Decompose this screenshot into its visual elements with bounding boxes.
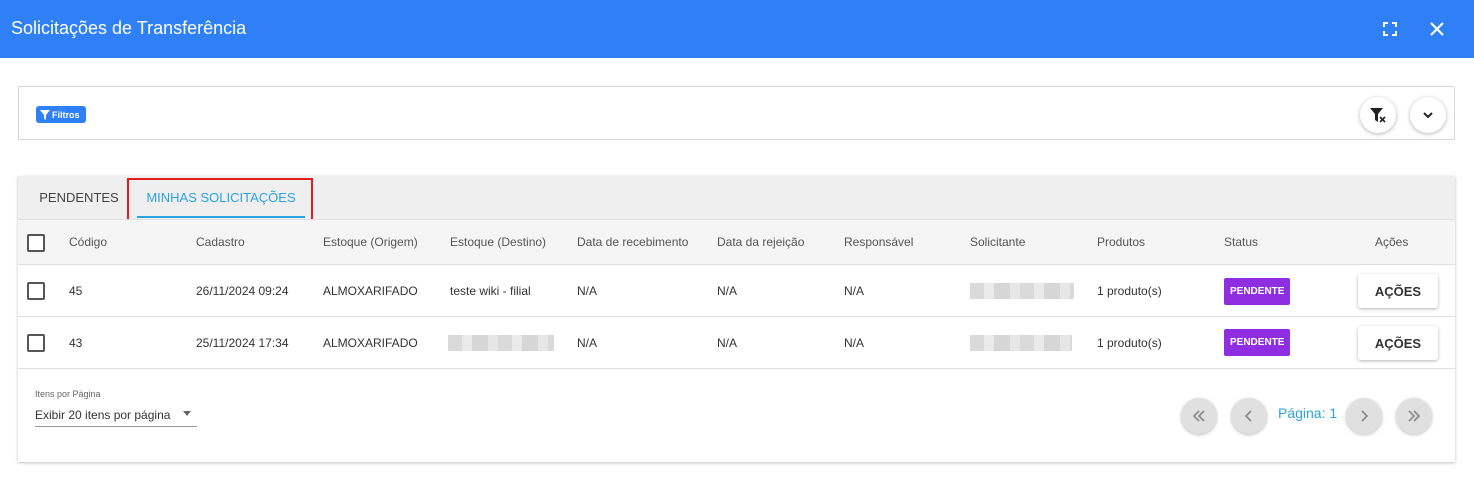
close-button[interactable] (1425, 17, 1449, 41)
items-per-page-select[interactable]: Exibir 20 itens por página (35, 404, 197, 427)
filters-chip[interactable]: Filtros (36, 106, 86, 123)
status-badge: PENDENTE (1224, 329, 1291, 356)
acoes-button[interactable]: AÇÕES (1358, 326, 1438, 360)
cell-cadastro: 25/11/2024 17:34 (196, 336, 289, 350)
cell-recebimento: N/A (577, 284, 598, 298)
cell-produtos: 1 produto(s) (1097, 284, 1162, 298)
table-row[interactable]: 43 25/11/2024 17:34 ALMOXARIFADO N/A N/A… (18, 318, 1455, 369)
items-per-page-label: Itens por Página (35, 389, 101, 399)
column-header[interactable]: Cadastro (196, 235, 245, 249)
filter-icon (40, 109, 50, 120)
row-checkbox[interactable] (27, 334, 45, 352)
fullscreen-button[interactable] (1378, 17, 1402, 41)
next-page-button[interactable] (1346, 398, 1382, 434)
column-header[interactable]: Responsável (844, 235, 913, 249)
highlight-annotation (127, 178, 313, 221)
column-header[interactable]: Produtos (1097, 235, 1145, 249)
cell-codigo: 43 (69, 336, 83, 350)
filter-clear-icon (1370, 108, 1386, 123)
last-page-button[interactable] (1396, 398, 1432, 434)
dropdown-arrow-icon (183, 411, 191, 416)
row-checkbox[interactable] (27, 282, 45, 300)
double-chevron-right-icon (1408, 410, 1421, 422)
table-row[interactable]: 45 26/11/2024 09:24 ALMOXARIFADO teste w… (18, 266, 1455, 317)
chevron-left-icon (1244, 410, 1252, 422)
items-per-page-value: Exibir 20 itens por página (35, 408, 171, 422)
redacted-destino (448, 335, 554, 351)
column-header[interactable]: Estoque (Destino) (450, 235, 546, 249)
cell-rejeicao: N/A (717, 284, 738, 298)
cell-cadastro: 26/11/2024 09:24 (196, 284, 289, 298)
cell-origem: ALMOXARIFADO (323, 336, 418, 350)
cell-origem: ALMOXARIFADO (323, 284, 418, 298)
filters-panel: Filtros (18, 86, 1455, 140)
fullscreen-icon (1383, 22, 1397, 36)
clear-filters-button[interactable] (1360, 97, 1396, 133)
column-header[interactable]: Status (1224, 235, 1258, 249)
column-header: Ações (1375, 235, 1409, 249)
select-all-checkbox[interactable] (27, 234, 45, 252)
cell-codigo: 45 (69, 284, 83, 298)
dialog-title: Solicitações de Transferência (11, 18, 247, 38)
first-page-button[interactable] (1181, 398, 1217, 434)
column-header[interactable]: Data de recebimento (577, 235, 688, 249)
previous-page-button[interactable] (1231, 398, 1267, 434)
double-chevron-left-icon (1192, 410, 1205, 422)
current-page-label: Página: 1 (1278, 405, 1338, 421)
column-header[interactable]: Data da rejeição (717, 235, 804, 249)
cell-destino: teste wiki - filial (450, 284, 531, 298)
acoes-button[interactable]: AÇÕES (1358, 274, 1438, 308)
cell-responsavel: N/A (844, 336, 865, 350)
column-header[interactable]: Código (69, 235, 107, 249)
filters-chip-label: Filtros (52, 109, 80, 120)
requests-card: PENDENTES MINHAS SOLICITAÇÕES Código Cad… (18, 176, 1455, 462)
cell-recebimento: N/A (577, 336, 598, 350)
tab-pendentes[interactable]: PENDENTES (36, 176, 122, 219)
cell-rejeicao: N/A (717, 336, 738, 350)
chevron-down-icon (1423, 112, 1433, 119)
column-header[interactable]: Solicitante (970, 235, 1025, 249)
status-badge: PENDENTE (1224, 278, 1291, 305)
chevron-right-icon (1361, 410, 1369, 422)
column-header[interactable]: Estoque (Origem) (323, 235, 418, 249)
close-icon (1430, 22, 1444, 36)
dialog-header: Solicitações de Transferência (0, 0, 1474, 58)
cell-responsavel: N/A (844, 284, 865, 298)
cell-produtos: 1 produto(s) (1097, 336, 1162, 350)
expand-filters-button[interactable] (1410, 97, 1446, 133)
redacted-solicitante (970, 283, 1074, 299)
redacted-solicitante (970, 335, 1072, 351)
table-header: Código Cadastro Estoque (Origem) Estoque… (18, 219, 1455, 265)
